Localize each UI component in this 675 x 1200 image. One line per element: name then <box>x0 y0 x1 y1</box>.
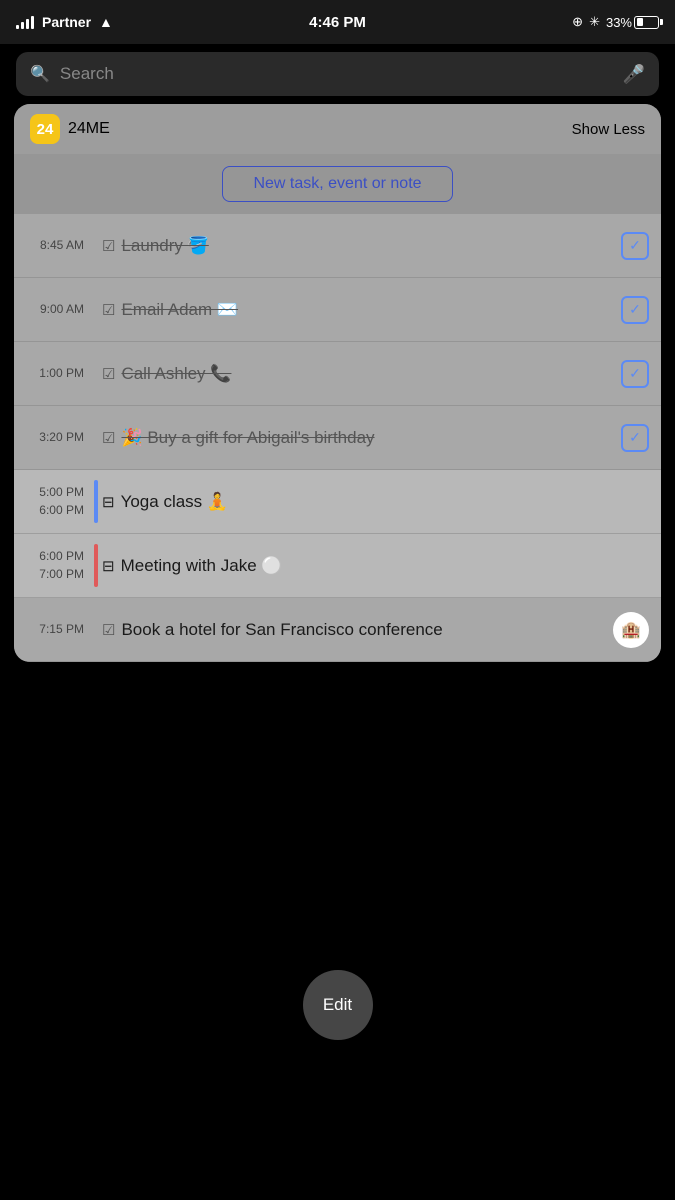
status-right: ⊕ ✳ 33% <box>572 14 659 30</box>
battery-percent: 33% <box>606 15 632 30</box>
task-item-laundry[interactable]: 8:45 AM ☑ Laundry 🪣 ✓ <box>14 214 661 278</box>
task-content: ⊟ Meeting with Jake ⚪ <box>102 556 649 576</box>
battery-icon <box>634 16 659 29</box>
task-checkbox-icon: ☑ <box>102 237 115 255</box>
task-time-start: 3:20 PM <box>39 430 84 446</box>
search-icon: 🔍 <box>30 64 50 84</box>
widget-header-left: 24 24ME <box>30 114 110 144</box>
task-indicator <box>94 352 98 395</box>
edit-button[interactable]: Edit <box>303 970 373 1040</box>
status-time: 4:46 PM <box>309 14 366 31</box>
widget-header: 24 24ME Show Less <box>14 104 661 154</box>
search-placeholder: Search <box>60 64 613 84</box>
task-done-icon: ✓ <box>621 360 649 388</box>
task-label: Yoga class 🧘 <box>121 492 229 512</box>
hotel-icon: 🏨 <box>613 612 649 648</box>
task-time-start: 5:00 PM <box>39 485 84 501</box>
task-done-icon: ✓ <box>621 232 649 260</box>
task-time-start: 1:00 PM <box>39 366 84 382</box>
location-icon: ⊕ <box>572 14 583 30</box>
task-checkbox-icon: ☑ <box>102 365 115 383</box>
task-done-icon: ✓ <box>621 296 649 324</box>
task-indicator <box>94 608 98 651</box>
show-less-button[interactable]: Show Less <box>572 121 645 138</box>
task-label: Email Adam ✉️ <box>121 300 238 320</box>
battery-container: 33% <box>606 15 659 30</box>
status-bar: Partner ▲ 4:46 PM ⊕ ✳ 33% <box>0 0 675 44</box>
task-label: Meeting with Jake ⚪ <box>121 556 283 576</box>
task-indicator <box>94 416 98 459</box>
task-item-birthday-gift[interactable]: 3:20 PM ☑ 🎉 Buy a gift for Abigail's bir… <box>14 406 661 470</box>
task-indicator <box>94 544 98 587</box>
task-item-email-adam[interactable]: 9:00 AM ☑ Email Adam ✉️ ✓ <box>14 278 661 342</box>
task-content: ☑ Call Ashley 📞 <box>102 364 621 384</box>
wifi-icon: ▲ <box>99 14 113 30</box>
widget-container: 24 24ME Show Less New task, event or not… <box>14 104 661 662</box>
task-indicator <box>94 224 98 267</box>
task-time-end: 6:00 PM <box>39 503 84 519</box>
task-time-col: 8:45 AM <box>26 238 94 254</box>
calendar-icon: ⊟ <box>102 557 115 575</box>
task-content: ☑ 🎉 Buy a gift for Abigail's birthday <box>102 428 621 448</box>
task-label: Book a hotel for San Francisco conferenc… <box>121 620 442 640</box>
bluetooth-icon: ✳ <box>589 14 600 30</box>
calendar-icon: ⊟ <box>102 493 115 511</box>
task-item-book-hotel[interactable]: 7:15 PM ☑ Book a hotel for San Francisco… <box>14 598 661 662</box>
task-item-call-ashley[interactable]: 1:00 PM ☑ Call Ashley 📞 ✓ <box>14 342 661 406</box>
task-label: Call Ashley 📞 <box>121 364 231 384</box>
task-content: ☑ Email Adam ✉️ <box>102 300 621 320</box>
app-icon: 24 <box>30 114 60 144</box>
task-time-start: 7:15 PM <box>39 622 84 638</box>
task-indicator <box>94 480 98 523</box>
task-label: Laundry 🪣 <box>121 236 208 256</box>
task-time-col: 6:00 PM 7:00 PM <box>26 549 94 582</box>
task-time-col: 9:00 AM <box>26 302 94 318</box>
app-name: 24ME <box>68 120 110 138</box>
task-time-start: 8:45 AM <box>40 238 84 254</box>
new-task-button[interactable]: New task, event or note <box>222 166 452 202</box>
task-item-meeting-jake[interactable]: 6:00 PM 7:00 PM ⊟ Meeting with Jake ⚪ <box>14 534 661 598</box>
task-time-col: 5:00 PM 6:00 PM <box>26 485 94 518</box>
carrier-name: Partner <box>42 14 91 30</box>
new-task-row: New task, event or note <box>14 154 661 214</box>
task-time-col: 3:20 PM <box>26 430 94 446</box>
task-label: 🎉 Buy a gift for Abigail's birthday <box>121 428 374 448</box>
task-indicator <box>94 288 98 331</box>
signal-bars <box>16 15 34 29</box>
battery-fill <box>637 18 644 26</box>
task-time-start: 9:00 AM <box>40 302 84 318</box>
task-list: 8:45 AM ☑ Laundry 🪣 ✓ 9:00 AM ☑ Email Ad… <box>14 214 661 662</box>
task-content: ☑ Laundry 🪣 <box>102 236 621 256</box>
task-time-col: 7:15 PM <box>26 622 94 638</box>
task-time-end: 7:00 PM <box>39 567 84 583</box>
task-time-start: 6:00 PM <box>39 549 84 565</box>
mic-icon[interactable]: 🎤 <box>623 64 645 85</box>
task-done-icon: ✓ <box>621 424 649 452</box>
task-item-yoga-class[interactable]: 5:00 PM 6:00 PM ⊟ Yoga class 🧘 <box>14 470 661 534</box>
status-left: Partner ▲ <box>16 14 113 30</box>
task-checkbox-icon: ☑ <box>102 621 115 639</box>
task-content: ⊟ Yoga class 🧘 <box>102 492 649 512</box>
search-bar[interactable]: 🔍 Search 🎤 <box>16 52 659 96</box>
task-checkbox-icon: ☑ <box>102 301 115 319</box>
edit-button-container: Edit <box>303 970 373 1040</box>
task-checkbox-icon: ☑ <box>102 429 115 447</box>
task-content: ☑ Book a hotel for San Francisco confere… <box>102 620 609 640</box>
task-time-col: 1:00 PM <box>26 366 94 382</box>
